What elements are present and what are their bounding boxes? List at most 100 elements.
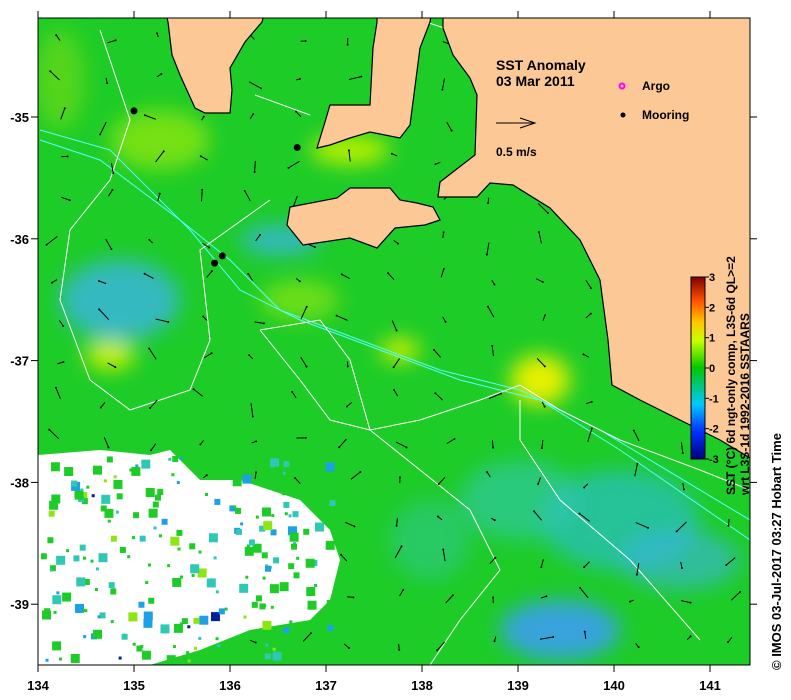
sst-pixel [315,522,325,532]
colorbar-tick-label: -3 [709,454,719,466]
sst-pixel [292,511,299,518]
sst-pixel [158,534,162,538]
colorbar-tick-label: 3 [709,272,715,284]
sst-pixel [214,498,221,505]
sst-pixel [145,581,149,585]
mooring-marker [293,143,301,151]
sst-pixel [95,567,99,571]
sst-pixel [270,529,277,536]
sst-pixel [215,590,219,594]
x-tick-label: 134 [27,678,49,693]
sst-pixel [213,556,217,560]
colorbar [690,276,706,460]
sst-pixel [176,529,183,536]
sst-pixel [224,607,228,611]
sst-pixel [59,657,63,661]
sst-pixel [152,501,159,508]
sst-pixel [303,528,310,535]
sst-pixel [255,515,259,519]
sst-pixel [218,608,225,615]
sst-pixel [115,510,119,514]
sst-pixel [289,532,299,542]
colorbar-tick-label: -2 [709,424,719,436]
sst-pixel [172,645,176,649]
sst-pixel [141,650,151,660]
sst-pixel [288,514,292,518]
mooring-marker [211,259,219,267]
sst-pixel [288,563,295,570]
colorbar-tick-label: 2 [709,302,715,314]
sst-pixel [172,455,179,462]
sst-pixel [52,595,62,605]
sst-pixel [259,603,266,610]
sst-pixel [283,627,290,634]
sst-pixel [235,507,242,514]
sst-pixel [173,623,183,633]
sst-pixel [181,618,188,625]
colorbar-label-line2: wrt L3S-1d 1992-2016 SSTAARS [738,313,752,496]
sst-pixel [93,465,103,475]
sst-pixel [176,481,180,485]
sst-pixel [198,550,202,554]
sst-pixel [283,501,290,508]
x-tick-label: 141 [699,678,721,693]
sst-pixel [86,485,90,489]
sst-pixel [326,600,336,610]
sst-pixel [66,549,70,553]
sst-pixel [217,644,221,648]
sst-pixel [269,584,279,594]
x-tick-label: 135 [123,678,145,693]
sst-pixel [113,479,123,489]
sst-pixel [193,646,197,650]
sst-pixel [217,474,224,481]
sst-pixel [282,471,286,475]
sst-pixel [261,552,268,559]
sst-pixel [71,480,78,487]
y-tick-label: -39 [10,597,29,612]
sst-pixel [97,615,101,619]
sst-pixel [157,489,164,496]
y-tick-label: -35 [10,110,29,125]
sst-pixel [262,576,266,580]
sst-pixel [52,641,62,651]
colorbar-tick-label: 0 [709,363,715,375]
sst-pixel [255,595,262,602]
sst-pixel [62,592,72,602]
sst-pixel [272,647,276,651]
legend-mooring-label: Mooring [642,108,689,122]
sst-pixel [147,563,151,567]
sst-pixel [262,620,272,630]
sst-pixel [208,533,218,543]
sst-pixel [284,512,288,516]
sst-pixel [272,651,282,661]
sst-pixel [242,474,252,484]
sst-pixel [143,618,153,628]
sst-pixel [314,583,318,587]
sst-pixel [307,561,311,565]
y-tick-label: -38 [10,475,29,490]
sst-pixel [312,621,322,631]
sst-anomaly-map-figure: 134 135 136 137 138 139 140 141 -35 -36 -37 -38 -39… [0,0,791,700]
sst-pixel [206,578,216,588]
x-tick-label: 136 [219,678,241,693]
mooring-marker [218,252,226,260]
colorbar-tick-label: -1 [709,393,719,405]
sst-pixel [113,475,117,479]
sst-pixel [170,536,180,546]
sst-pixel [128,612,138,622]
sst-pixel [210,612,220,622]
mooring-legend-icon [620,112,626,118]
x-tick-label: 140 [603,678,625,693]
map-title: SST Anomaly [496,57,586,73]
sst-pixel [160,624,170,634]
scale-arrow-label: 0.5 m/s [496,145,537,159]
sst-pixel [191,573,195,577]
sst-pixel [265,643,269,647]
map-date: 03 Mar 2011 [496,73,575,89]
sst-pixel [327,624,334,631]
sst-pixel [118,656,122,660]
sst-pixel [264,653,271,660]
sst-pixel [279,582,289,592]
sst-pixel [239,583,249,593]
sst-pixel [82,608,86,612]
